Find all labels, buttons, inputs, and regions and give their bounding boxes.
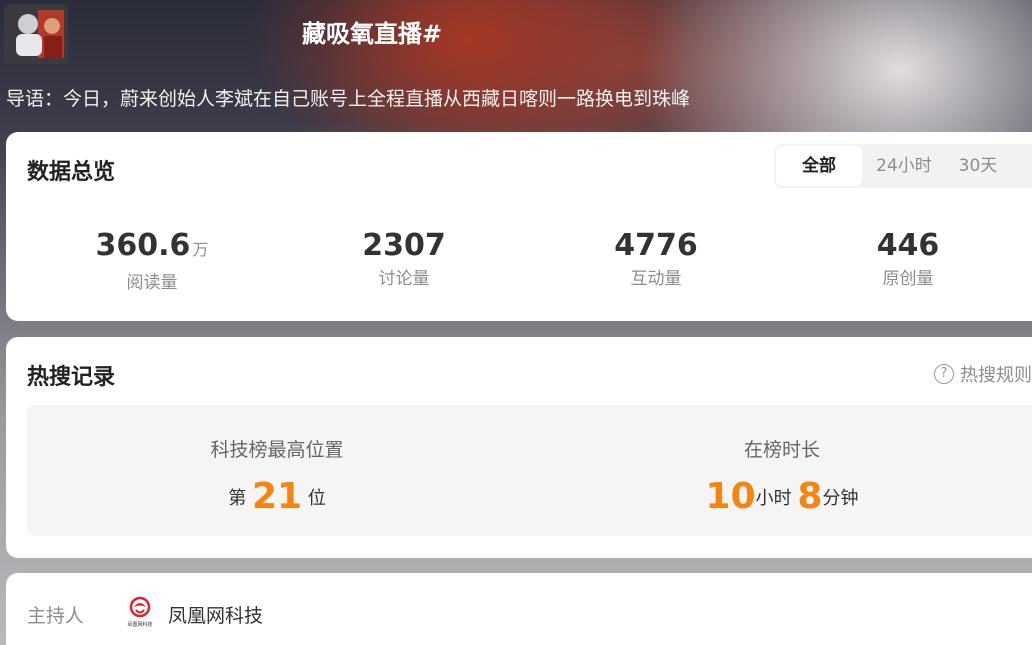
- host-card: 主持人 凤凰网科技 凤凰网科技: [6, 573, 1032, 645]
- rank-value-line: 第 21 位: [27, 476, 527, 517]
- duration-minutes: 8: [797, 476, 823, 517]
- stat-interactions-label: 互动量: [630, 269, 682, 289]
- stat-original-value: 446: [876, 228, 940, 263]
- stat-original: 446 原创量: [808, 228, 1008, 289]
- host-logo-text: 凤凰网科技: [127, 621, 152, 628]
- host-name[interactable]: 凤凰网科技: [168, 601, 263, 628]
- time-range-tabs: 全部 24小时 30天: [774, 144, 1032, 188]
- stat-reads-label: 阅读量: [126, 273, 178, 293]
- rank-number: 21: [251, 476, 303, 517]
- stat-discussions: 2307 讨论量: [304, 228, 504, 289]
- rank-column: 科技榜最高位置 第 21 位: [27, 405, 527, 536]
- phoenix-logo-icon: 凤凰网科技: [127, 596, 153, 628]
- duration-value-line: 10小时 8分钟: [532, 476, 1032, 517]
- rank-suffix: 位: [307, 488, 326, 509]
- hot-search-stats-box: 科技榜最高位置 第 21 位 在榜时长 10小时 8分钟: [27, 405, 1032, 536]
- stat-interactions: 4776 互动量: [556, 228, 756, 289]
- data-overview-card: 数据总览 全部 24小时 30天 360.6 万 阅读量 2307 讨论量 477…: [6, 132, 1032, 321]
- duration-label: 在榜时长: [743, 439, 820, 461]
- duration-hours-unit: 小时: [755, 488, 792, 509]
- duration-column: 在榜时长 10小时 8分钟: [532, 405, 1032, 536]
- topic-avatar: [4, 4, 68, 64]
- question-circle-icon: ?: [934, 364, 954, 384]
- host-logo[interactable]: 凤凰网科技: [122, 593, 158, 629]
- avatar-photo-icon: [4, 4, 68, 64]
- host-label: 主持人: [27, 605, 85, 627]
- hot-search-rules-label: 热搜规则: [960, 365, 1032, 386]
- stat-interactions-value: 4776: [614, 228, 698, 263]
- topic-intro: 导语：今日，蔚来创始人李斌在自己账号上全程直播从西藏日喀则一路换电到珠峰: [6, 88, 691, 110]
- duration-minutes-unit: 分钟: [822, 488, 859, 509]
- stat-discussions-value: 2307: [362, 228, 446, 263]
- rank-prefix: 第: [228, 488, 247, 509]
- duration-hours: 10: [705, 476, 756, 517]
- topic-title: 藏吸氧直播#: [302, 20, 443, 48]
- stats-row: 360.6 万 阅读量 2307 讨论量 4776 互动量 446 原创量: [6, 228, 1020, 298]
- stat-discussions-label: 讨论量: [378, 269, 430, 289]
- tab-all[interactable]: 全部: [776, 146, 862, 186]
- hot-search-rules-link[interactable]: ? 热搜规则: [934, 361, 1032, 387]
- hot-search-card: 热搜记录 ? 热搜规则 科技榜最高位置 第 21 位 在榜时长 10小时 8分钟: [6, 337, 1032, 558]
- stat-reads-unit: 万: [192, 240, 209, 259]
- overview-title: 数据总览: [27, 160, 116, 185]
- rank-label: 科技榜最高位置: [210, 439, 344, 461]
- stat-reads: 360.6 万 阅读量: [52, 228, 252, 293]
- stat-original-label: 原创量: [882, 269, 934, 289]
- hot-search-title: 热搜记录: [27, 365, 116, 390]
- stat-reads-value: 360.6: [95, 228, 191, 263]
- tab-24-hours[interactable]: 24小时: [862, 146, 946, 186]
- tab-30-days[interactable]: 30天: [946, 146, 1010, 186]
